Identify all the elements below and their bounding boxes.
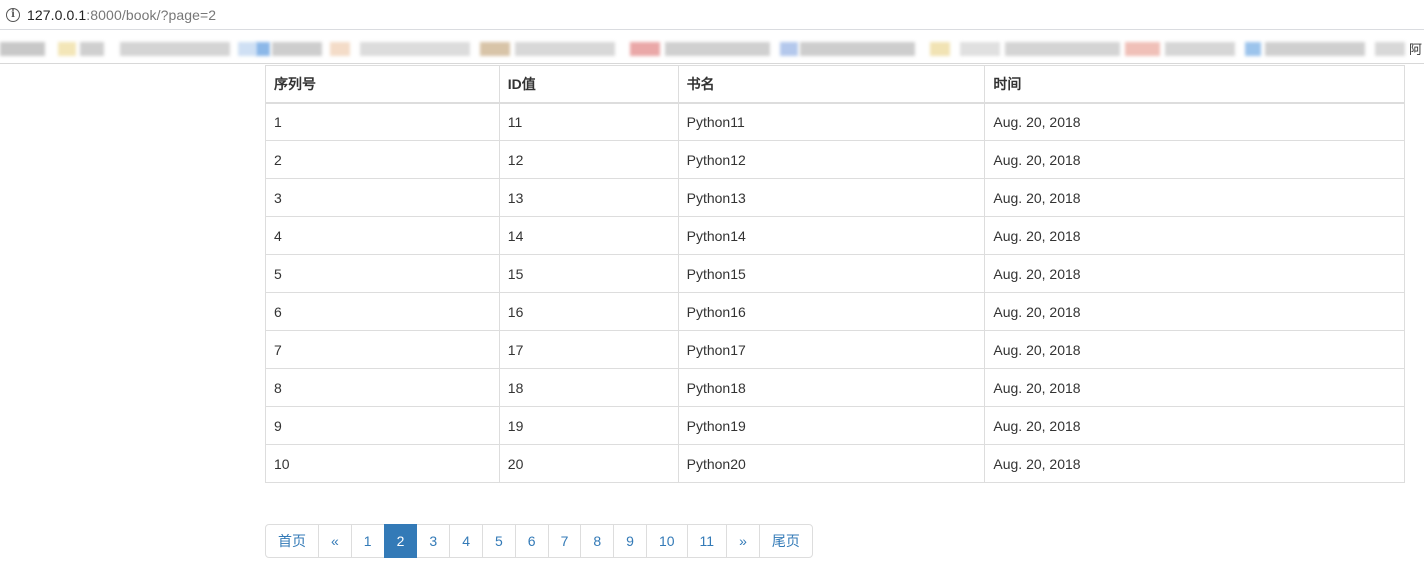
page-link-9[interactable]: 9: [613, 524, 647, 558]
table-row: 5 15 Python15 Aug. 20, 2018: [265, 254, 1405, 293]
header-time: 时间: [984, 65, 1405, 104]
pagination: 首页 « 1 2 3 4 5 6 7 8 9 10 11 » 尾页: [265, 524, 813, 558]
header-book-name: 书名: [677, 65, 986, 104]
cell-book-name: Python20: [677, 444, 986, 483]
page-link-6[interactable]: 6: [514, 524, 549, 558]
cell-book-name: Python18: [677, 368, 986, 407]
header-id: ID值: [498, 65, 679, 104]
cell-serial: 6: [265, 292, 500, 331]
next-page-link[interactable]: »: [726, 524, 760, 558]
url-text[interactable]: 127.0.0.1:8000/book/?page=2: [27, 7, 216, 23]
cell-book-name: Python16: [677, 292, 986, 331]
cell-time: Aug. 20, 2018: [984, 178, 1405, 217]
book-table: 序列号 ID值 书名 时间 1 11 Python11 Aug. 20, 201…: [265, 65, 1405, 483]
page-link-4[interactable]: 4: [449, 524, 483, 558]
table-row: 8 18 Python18 Aug. 20, 2018: [265, 368, 1405, 407]
cell-id: 15: [498, 254, 679, 293]
cell-time: Aug. 20, 2018: [984, 216, 1405, 255]
page-link-8[interactable]: 8: [580, 524, 615, 558]
page-link-11[interactable]: 11: [686, 524, 728, 558]
cell-serial: 8: [265, 368, 500, 407]
cell-time: Aug. 20, 2018: [984, 330, 1405, 369]
info-icon[interactable]: i: [6, 7, 20, 22]
cell-id: 11: [498, 102, 679, 141]
cell-book-name: Python15: [677, 254, 986, 293]
cell-serial: 4: [265, 216, 500, 255]
table-row: 3 13 Python13 Aug. 20, 2018: [265, 178, 1405, 217]
page-link-5[interactable]: 5: [481, 524, 516, 558]
cell-serial: 10: [265, 444, 500, 483]
table-row: 9 19 Python19 Aug. 20, 2018: [265, 406, 1405, 445]
table-row: 4 14 Python14 Aug. 20, 2018: [265, 216, 1405, 255]
table-row: 7 17 Python17 Aug. 20, 2018: [265, 330, 1405, 369]
cell-serial: 5: [265, 254, 500, 293]
page-link-3[interactable]: 3: [416, 524, 451, 558]
cell-time: Aug. 20, 2018: [984, 140, 1405, 179]
prev-page-link[interactable]: «: [318, 524, 352, 558]
cell-book-name: Python14: [677, 216, 986, 255]
cell-id: 12: [498, 140, 679, 179]
cell-time: Aug. 20, 2018: [984, 102, 1405, 141]
bookmarks-bar: 阿: [0, 31, 1424, 64]
table-row: 1 11 Python11 Aug. 20, 2018: [265, 102, 1405, 141]
cell-id: 16: [498, 292, 679, 331]
bookmark-overflow-text[interactable]: 阿: [1409, 39, 1422, 58]
cell-id: 17: [498, 330, 679, 369]
cell-serial: 2: [265, 140, 500, 179]
url-host: 127.0.0.1: [27, 6, 87, 23]
cell-time: Aug. 20, 2018: [984, 292, 1405, 331]
table-row: 6 16 Python16 Aug. 20, 2018: [265, 292, 1405, 331]
page-link-7[interactable]: 7: [547, 524, 582, 558]
page-link-10[interactable]: 10: [645, 524, 688, 558]
url-path: :8000/book/?page=2: [86, 6, 217, 23]
cell-time: Aug. 20, 2018: [984, 368, 1405, 407]
last-page-link[interactable]: 尾页: [758, 524, 813, 558]
cell-book-name: Python11: [677, 102, 986, 141]
cell-time: Aug. 20, 2018: [984, 444, 1405, 483]
address-bar[interactable]: i 127.0.0.1:8000/book/?page=2: [0, 0, 1424, 30]
cell-book-name: Python12: [677, 140, 986, 179]
cell-id: 13: [498, 178, 679, 217]
table-row: 2 12 Python12 Aug. 20, 2018: [265, 140, 1405, 179]
cell-id: 18: [498, 368, 679, 407]
cell-serial: 1: [265, 102, 500, 141]
cell-time: Aug. 20, 2018: [984, 406, 1405, 445]
cell-serial: 9: [265, 406, 500, 445]
cell-time: Aug. 20, 2018: [984, 254, 1405, 293]
cell-book-name: Python19: [677, 406, 986, 445]
cell-serial: 3: [265, 178, 500, 217]
cell-book-name: Python17: [677, 330, 986, 369]
page-link-2-active[interactable]: 2: [383, 524, 418, 558]
table-row: 10 20 Python20 Aug. 20, 2018: [265, 444, 1405, 483]
cell-id: 14: [498, 216, 679, 255]
cell-id: 20: [498, 444, 679, 483]
table-header-row: 序列号 ID值 书名 时间: [265, 65, 1405, 104]
cell-book-name: Python13: [677, 178, 986, 217]
cell-serial: 7: [265, 330, 500, 369]
first-page-link[interactable]: 首页: [265, 524, 319, 558]
page-link-1[interactable]: 1: [350, 524, 385, 558]
cell-id: 19: [498, 406, 679, 445]
header-serial: 序列号: [265, 65, 500, 104]
